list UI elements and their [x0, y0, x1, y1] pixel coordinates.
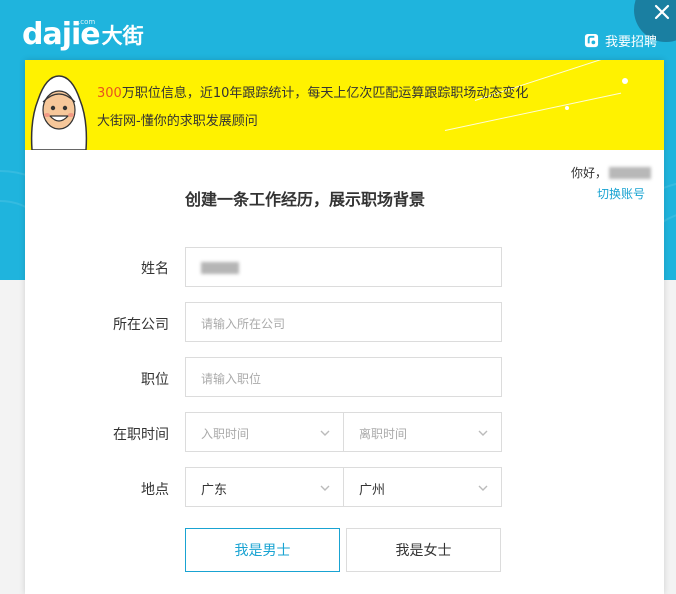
- gender-male-button[interactable]: 我是男士: [185, 528, 340, 572]
- province-select[interactable]: 广东: [185, 467, 344, 507]
- chevron-down-icon: [478, 430, 488, 436]
- banner-highlight-number: 300: [97, 86, 122, 101]
- name-label: 姓名: [141, 261, 169, 277]
- banner-headline-text: 万职位信息，近10年跟踪统计，每天上亿次匹配运算跟踪职场动态变化: [121, 86, 529, 101]
- province-value: 广东: [201, 483, 228, 498]
- recruit-link[interactable]: 我要招聘: [584, 31, 657, 50]
- work-experience-card: 300万职位信息，近10年跟踪统计，每天上亿次匹配运算跟踪职场动态变化 大街网-…: [25, 60, 664, 594]
- banner-headline: 300万职位信息，近10年跟踪统计，每天上亿次匹配运算跟踪职场动态变化: [97, 82, 528, 101]
- mascot-icon: [30, 75, 88, 150]
- user-greeting: 你好，: [571, 164, 652, 181]
- greeting-text: 你好，: [571, 166, 608, 180]
- company-placeholder: 请输入所在公司: [201, 317, 286, 331]
- recruit-icon: [584, 33, 599, 48]
- dajie-logo[interactable]: dajie .com 大街: [22, 18, 144, 50]
- location-label: 地点: [141, 482, 169, 498]
- chevron-down-icon: [478, 485, 488, 491]
- gender-female-button[interactable]: 我是女士: [346, 528, 501, 572]
- position-placeholder: 请输入职位: [201, 372, 262, 386]
- chevron-down-icon: [320, 430, 330, 436]
- company-label: 所在公司: [113, 317, 169, 333]
- city-select[interactable]: 广州: [343, 467, 502, 507]
- form-title: 创建一条工作经历，展示职场背景: [185, 190, 426, 209]
- logo-domain-text: .com: [78, 18, 96, 26]
- promo-banner: 300万职位信息，近10年跟踪统计，每天上亿次匹配运算跟踪职场动态变化 大街网-…: [25, 60, 664, 150]
- end-date-select[interactable]: 离职时间: [343, 412, 502, 452]
- city-value: 广州: [359, 483, 386, 498]
- chevron-down-icon: [320, 485, 330, 491]
- company-field[interactable]: 请输入所在公司: [185, 302, 502, 342]
- period-label: 在职时间: [113, 427, 169, 443]
- name-field[interactable]: [185, 247, 502, 287]
- position-label: 职位: [141, 372, 169, 388]
- end-date-placeholder: 离职时间: [359, 427, 408, 441]
- start-date-placeholder: 入职时间: [201, 427, 250, 441]
- switch-account-link[interactable]: 切换账号: [597, 185, 645, 202]
- position-field[interactable]: 请输入职位: [185, 357, 502, 397]
- blurred-username: [609, 166, 652, 179]
- banner-tagline: 大街网-懂你的求职发展顾问: [97, 114, 258, 129]
- logo-chinese-text: 大街: [101, 24, 144, 48]
- recruit-label: 我要招聘: [605, 35, 658, 50]
- banner-sparkle: [622, 78, 628, 84]
- blurred-name-value: [201, 262, 239, 274]
- banner-sparkle: [565, 106, 569, 110]
- start-date-select[interactable]: 入职时间: [185, 412, 344, 452]
- close-icon: [654, 4, 670, 20]
